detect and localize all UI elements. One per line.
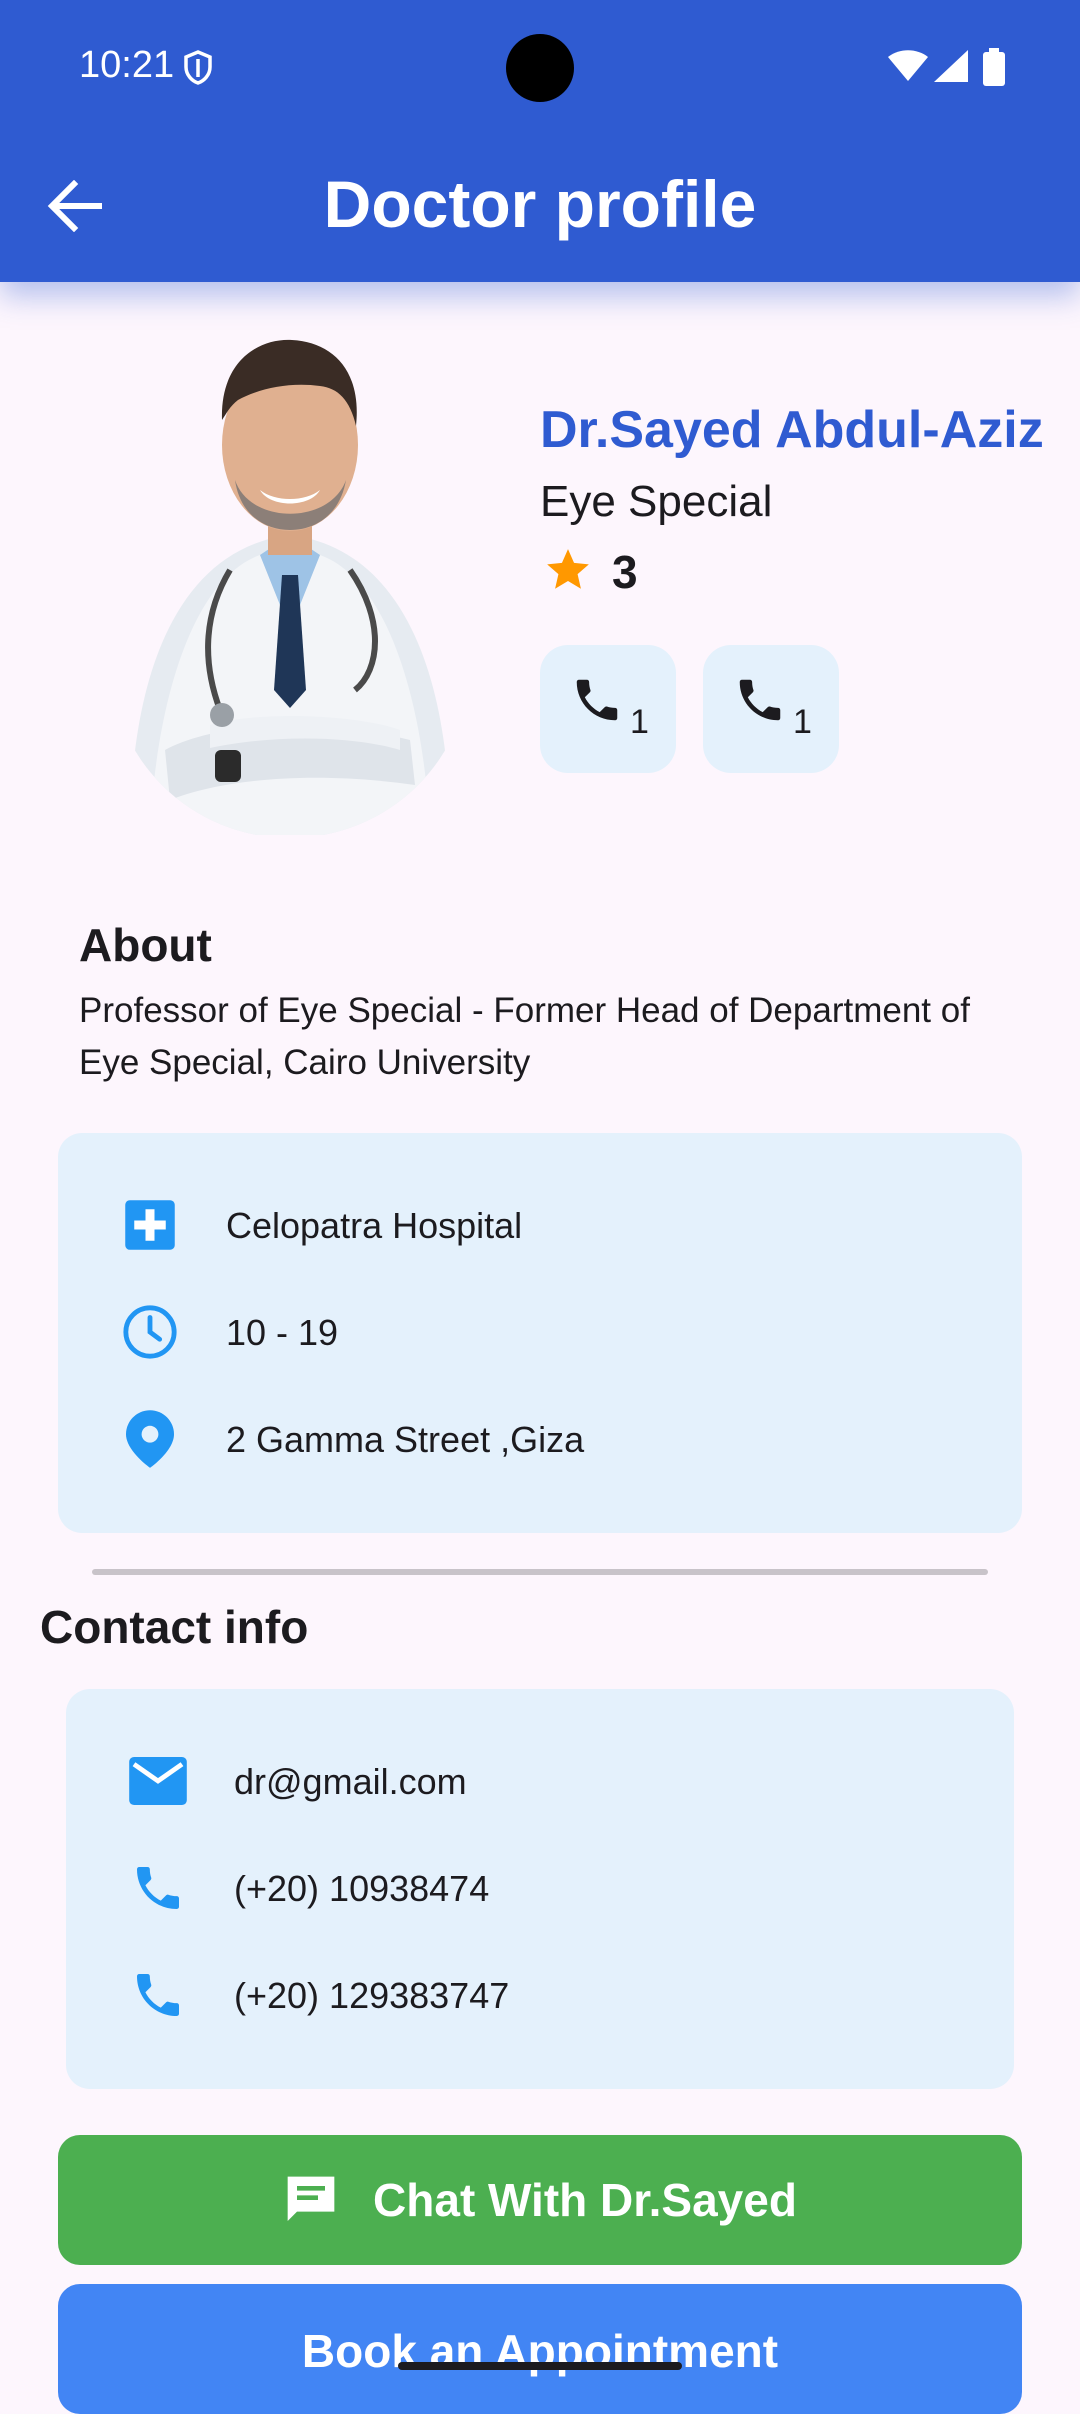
address: 2 Gamma Street ,Giza <box>226 1419 585 1460</box>
phone-icon <box>576 679 618 721</box>
battery-icon <box>983 48 1005 86</box>
email-icon <box>128 1751 188 1811</box>
hospital-name: Celopatra Hospital <box>226 1205 523 1246</box>
app-bar: 10:21 Doctor profile <box>0 0 1080 282</box>
about-heading: About <box>79 919 212 971</box>
section-divider <box>92 1569 988 1575</box>
signal-icon <box>934 50 968 82</box>
status-time: 10:21 <box>79 44 175 86</box>
hospital-icon <box>120 1195 180 1255</box>
phone-number[interactable]: (+20) 10938474 <box>234 1868 489 1910</box>
details-card: Celopatra Hospital 10 - 19 2 Gamma Stree… <box>58 1133 1022 1533</box>
chat-icon <box>287 2176 335 2221</box>
star-icon <box>547 549 589 589</box>
contact-heading: Contact info <box>40 1601 309 1653</box>
doctor-name: Dr.Sayed Abdul-Aziz <box>540 401 1044 459</box>
phone-number[interactable]: (+20) 129383747 <box>234 1975 509 2017</box>
home-indicator[interactable] <box>398 2362 682 2370</box>
contact-card: dr@gmail.com (+20) 10938474 (+20) 129383… <box>66 1689 1014 2089</box>
clock-icon <box>120 1302 180 1362</box>
shield-icon <box>184 50 212 85</box>
page-title: Doctor profile <box>323 167 757 241</box>
working-hours: 10 - 19 <box>226 1312 339 1353</box>
phone-icon <box>128 1858 188 1918</box>
call-chip-count: 1 <box>630 703 649 741</box>
book-appointment-button[interactable]: Book an Appointment <box>58 2284 1022 2414</box>
call-chip-count: 1 <box>793 703 812 741</box>
email-address[interactable]: dr@gmail.com <box>234 1761 467 1803</box>
chat-button-label: Chat With Dr.Sayed <box>373 2174 797 2226</box>
phone-icon <box>128 1965 188 2025</box>
about-text: Professor of Eye Special - Former Head o… <box>79 991 970 1082</box>
call-chip-2[interactable]: 1 <box>703 645 839 773</box>
doctor-specialty: Eye Special <box>540 477 773 526</box>
chat-button[interactable]: Chat With Dr.Sayed <box>58 2135 1022 2265</box>
camera-cutout <box>506 34 574 102</box>
call-chip-1[interactable]: 1 <box>540 645 676 773</box>
location-pin-icon <box>120 1409 180 1469</box>
wifi-icon <box>888 50 928 81</box>
rating-value: 3 <box>612 546 638 598</box>
doctor-photo <box>110 330 470 835</box>
phone-icon <box>739 679 781 721</box>
